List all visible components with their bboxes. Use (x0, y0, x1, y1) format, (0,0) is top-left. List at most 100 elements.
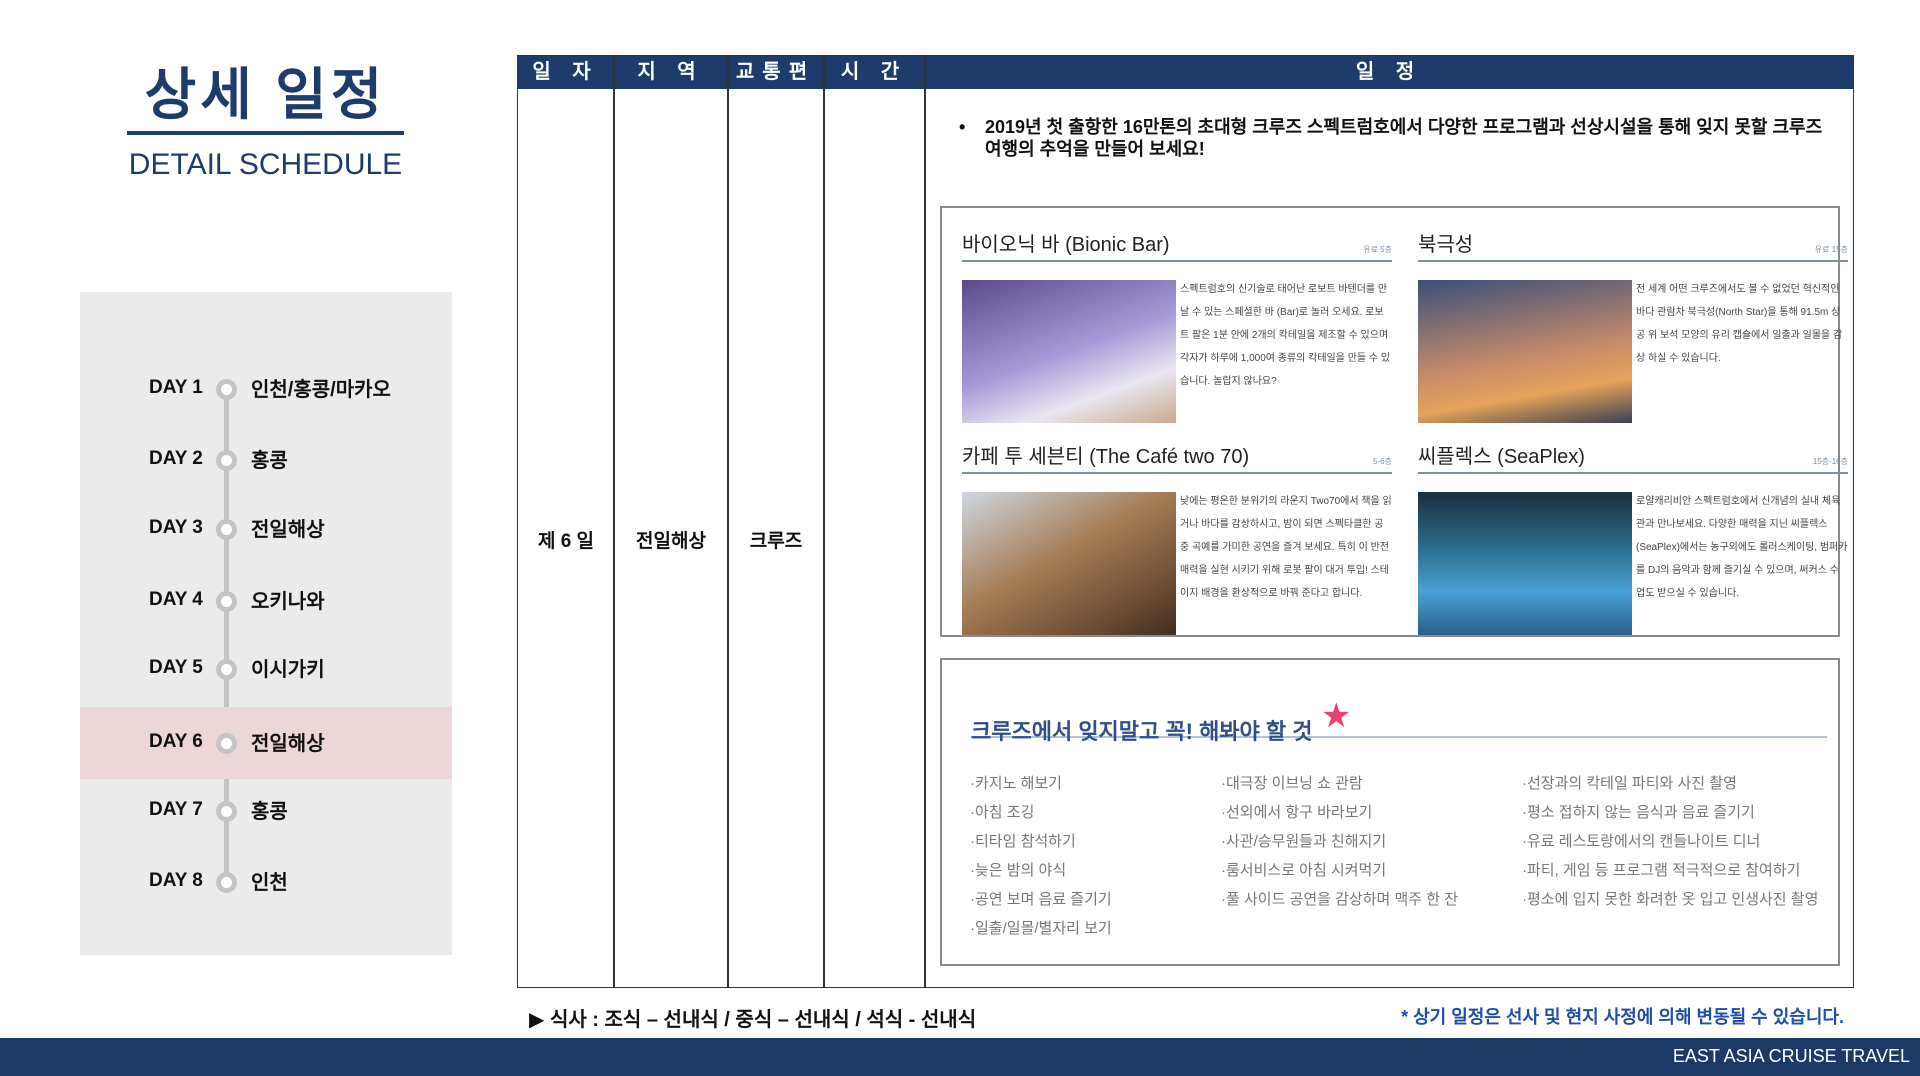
header-day: 일 자 (518, 56, 614, 89)
facility-description: 로얄캐리비안 스펙트럼호에서 신개념의 실내 체육관과 만나보세요. 다양한 매… (1636, 496, 1848, 599)
mustdo-item: ·선장과의 칵테일 파티와 사진 촬영 (1522, 775, 1737, 792)
facility-description: 스펙트럼호의 신기술로 태어난 로보트 바텐더를 만날 수 있는 스페셜한 바 … (1180, 284, 1391, 387)
facility-tags: 유료 5층 (1363, 245, 1392, 254)
day-place: 인천/홍콩/마카오 (251, 379, 391, 401)
mustdo-item: ·티타임 참석하기 (970, 833, 1076, 850)
day-place: 홍콩 (251, 801, 288, 823)
header-transport: 교통편 (728, 56, 824, 89)
day-label: DAY 1 (149, 377, 203, 398)
timeline-dot-icon (216, 519, 237, 540)
timeline-dot-icon (216, 591, 237, 612)
header-schedule: 일 정 (1355, 61, 1423, 83)
day-label: DAY 7 (149, 799, 203, 820)
day-label: DAY 2 (149, 448, 203, 469)
day-item-3[interactable]: DAY 3 전일해상 (80, 493, 452, 565)
mustdo-item: ·풀 사이드 공연을 감상하며 맥주 한 잔 (1221, 891, 1459, 908)
timeline-dot-icon (216, 379, 237, 400)
column-divider (727, 56, 729, 987)
day-label: DAY 6 (149, 731, 203, 752)
facility-card: 카페 투 세븐티 (The Café two 70) 5-6층 낮에는 평온한 분… (962, 440, 1392, 640)
facility-photo (1418, 492, 1632, 635)
mustdo-title: 크루즈에서 잊지말고 꼭! 해봐야 할 것 (971, 719, 1313, 744)
day-label: DAY 8 (149, 870, 203, 891)
brand-name: EAST ASIA CRUISE TRAVEL (1672, 1046, 1910, 1066)
page-title: 상세 일정 (144, 63, 387, 126)
facility-description: 전 세계 어떤 크루즈에서도 볼 수 없었던 혁신적인 바다 관람차 북극성(N… (1636, 284, 1843, 364)
mustdo-item: ·선외에서 항구 바라보기 (1221, 804, 1373, 821)
page-subtitle: DETAIL SCHEDULE (128, 148, 403, 181)
schedule-table: 일 자 지 역 교통편 시 간 일 정 제 6 일 전일해상 크루즈 2019년… (517, 55, 1854, 988)
schedule-note: * 상기 일정은 선사 및 현지 사정에 의해 변동될 수 있습니다. (1401, 1007, 1844, 1027)
facility-photo (1418, 280, 1632, 423)
day-label: DAY 5 (149, 657, 203, 678)
facility-tags: 유료 15층 (1814, 245, 1848, 254)
facility-title: 카페 투 세븐티 (The Café two 70) 5-6층 (962, 440, 1392, 474)
facility-title: 씨플렉스 (SeaPlex) 15층-16층 (1418, 440, 1848, 474)
facility-name: 북극성 (1418, 234, 1474, 256)
facility-tags: 5-6층 (1373, 457, 1392, 466)
timeline-dot-icon (216, 801, 237, 822)
facility-name: 카페 투 세븐티 (The Café two 70) (962, 446, 1250, 468)
day-item-8[interactable]: DAY 8 인천 (80, 846, 452, 918)
mustdo-item: ·대극장 이브닝 쇼 관람 (1221, 775, 1363, 792)
facilities-box: 바이오닉 바 (Bionic Bar) 유료 5층 스펙트럼호의 신기술로 태어난… (940, 206, 1848, 640)
day-place: 이시가키 (251, 659, 325, 681)
schedule-intro: 2019년 첫 출항한 16만톤의 초대형 크루즈 스펙트럼호에서 다양한 프로… (959, 116, 1839, 160)
facility-photo (962, 492, 1176, 635)
day-place: 인천 (251, 872, 288, 894)
mustdo-item: ·평소 접하지 않는 음식과 음료 즐기기 (1522, 804, 1755, 821)
day-label: DAY 3 (149, 517, 203, 538)
day-item-6[interactable]: DAY 6 전일해상 (80, 707, 452, 779)
day-place: 오키나와 (251, 591, 325, 613)
facility-description: 낮에는 평온한 분위기의 라운지 Two70에서 책을 읽거나 바다를 감상하시… (1180, 496, 1392, 599)
day-item-1[interactable]: DAY 1 인천/홍콩/마카오 (80, 353, 452, 425)
facility-name: 씨플렉스 (SeaPlex) (1418, 446, 1585, 468)
day-place: 전일해상 (251, 733, 325, 755)
mustdo-item: ·아침 조깅 (970, 804, 1035, 821)
mustdo-box: 크루즈에서 잊지말고 꼭! 해봐야 할 것 ★ ·카지노 해보기 ·아침 조깅 ·티… (940, 658, 1840, 966)
cell-region: 전일해상 (636, 531, 706, 552)
table-header: 일 자 지 역 교통편 시 간 일 정 (518, 56, 1853, 89)
star-icon: ★ (1320, 697, 1352, 735)
facility-photo (962, 280, 1176, 423)
mustdo-item: ·룸서비스로 아침 시켜먹기 (1221, 862, 1387, 879)
day-item-7[interactable]: DAY 7 홍콩 (80, 775, 452, 847)
mustdo-item: ·카지노 해보기 (970, 775, 1062, 792)
facility-card: 북극성유료 15층 전 세계 어떤 크루즈에서도 볼 수 없었던 혁신적인 바다… (1418, 228, 1848, 428)
footer-bar: EAST ASIA CRUISE TRAVEL (0, 1038, 1920, 1076)
timeline-dot-icon (216, 450, 237, 471)
header-time: 시 간 (824, 56, 925, 89)
mustdo-item: ·파티, 게임 등 프로그램 적극적으로 참여하기 (1522, 862, 1801, 879)
timeline-dot-icon (216, 872, 237, 893)
facility-card: 씨플렉스 (SeaPlex) 15층-16층 로얄캐리비안 스펙트럼호에서 신개념… (1418, 440, 1848, 640)
day-item-2[interactable]: DAY 2 홍콩 (80, 424, 452, 496)
day-item-4[interactable]: DAY 4 오키나와 (80, 565, 452, 637)
timeline-dot-icon (216, 659, 237, 680)
meal-info: ▶ 식사 : 조식 – 선내식 / 중식 – 선내식 / 석식 - 선내식 (529, 1009, 977, 1031)
day-place: 전일해상 (251, 519, 325, 541)
day-place: 홍콩 (251, 450, 288, 472)
mustdo-item: ·일출/일몰/별자리 보기 (970, 920, 1112, 937)
timeline-dot-icon (216, 733, 237, 754)
day-item-5[interactable]: DAY 5 이시가키 (80, 633, 452, 705)
cell-day: 제 6 일 (537, 531, 595, 552)
facility-title: 북극성유료 15층 (1418, 228, 1848, 262)
cell-transport: 크루즈 (749, 531, 803, 552)
facility-name: 바이오닉 바 (Bionic Bar) (962, 234, 1170, 256)
mustdo-item: ·유료 레스토랑에서의 캔들나이트 디너 (1522, 833, 1761, 850)
mustdo-item: ·평소에 입지 못한 화려한 옷 입고 인생사진 촬영 (1522, 891, 1819, 908)
facility-tags: 15층-16층 (1812, 457, 1848, 466)
column-divider (924, 56, 926, 987)
mustdo-header: 크루즈에서 잊지말고 꼭! 해봐야 할 것 ★ (971, 697, 1827, 744)
title-underline (127, 131, 404, 135)
day-label: DAY 4 (149, 589, 203, 610)
facility-card: 바이오닉 바 (Bionic Bar) 유료 5층 스펙트럼호의 신기술로 태어난… (962, 228, 1392, 428)
column-divider (823, 56, 825, 987)
mustdo-item: ·사관/승무원들과 친해지기 (1221, 833, 1387, 850)
column-divider (613, 56, 615, 987)
day-sidebar: DAY 1 인천/홍콩/마카오 DAY 2 홍콩 DAY 3 전일해상 DAY 4 오… (80, 292, 452, 955)
mustdo-item: ·늦은 밤의 야식 (970, 862, 1067, 879)
facility-title: 바이오닉 바 (Bionic Bar) 유료 5층 (962, 228, 1392, 262)
header-region: 지 역 (614, 56, 728, 89)
mustdo-item: ·공연 보며 음료 즐기기 (970, 891, 1112, 908)
